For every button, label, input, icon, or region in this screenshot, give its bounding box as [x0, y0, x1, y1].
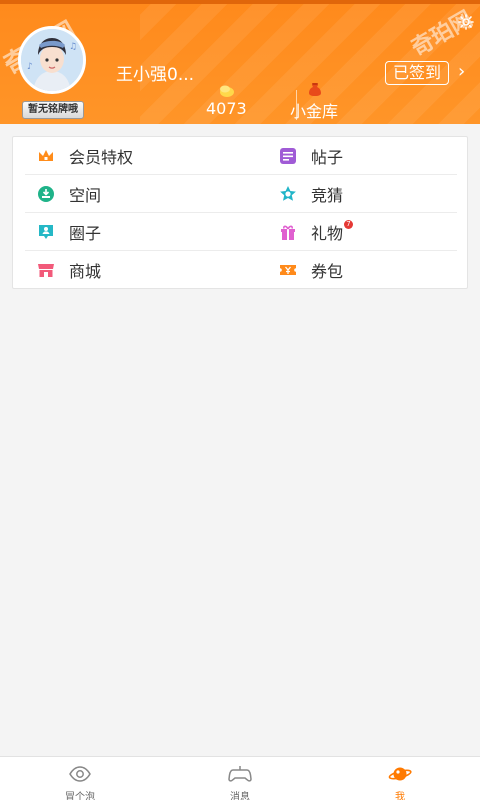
guess-icon	[280, 186, 296, 201]
menu-item-space[interactable]: 空间	[37, 175, 101, 213]
menu-item-vip[interactable]: 会员特权	[37, 137, 133, 175]
space-icon	[38, 186, 54, 202]
tab-label: 我	[395, 792, 405, 800]
planet-icon	[388, 767, 412, 781]
gamepad-icon	[228, 766, 252, 782]
gift-icon	[281, 225, 295, 240]
menu-item-label: 空间	[69, 186, 102, 205]
menu-item-label: 礼物	[311, 224, 344, 243]
menu-item-label: 圈子	[69, 224, 102, 243]
menu-item-label: 会员特权	[69, 148, 134, 167]
tab-me[interactable]: 我	[320, 757, 480, 800]
menu-item-label: 竞猜	[311, 186, 344, 205]
avatar[interactable]: ♪ ♫	[18, 26, 86, 94]
crown-icon	[39, 150, 53, 161]
menu-item-guess[interactable]: 竞猜	[279, 175, 343, 213]
coin-icon	[220, 85, 234, 97]
menu-item-label: 帖子	[311, 148, 344, 167]
checkin-button[interactable]: 已签到	[385, 61, 449, 85]
svg-text:♫: ♫	[69, 42, 77, 52]
vault-link[interactable]: 小金库	[290, 98, 338, 122]
coupon-icon	[280, 265, 296, 275]
watermark: 奇珀网	[407, 6, 478, 62]
gift-notification-badge: 7	[344, 219, 354, 229]
menu-item-gift[interactable]: 礼物 7	[279, 213, 354, 251]
gear-icon[interactable]	[458, 14, 474, 30]
circle-icon	[39, 225, 53, 239]
chevron-right-icon[interactable]: ›	[458, 62, 465, 82]
tab-label: 冒个泡	[65, 792, 95, 800]
menu-item-store[interactable]: 商城	[37, 251, 101, 289]
svg-text:♪: ♪	[27, 62, 33, 72]
tab-bubble[interactable]: 冒个泡	[0, 757, 160, 800]
username: 王小强0...	[116, 65, 195, 85]
avatar-image: ♪ ♫	[21, 29, 83, 91]
nameplate-badge[interactable]: 暂无铭牌哦	[22, 101, 84, 119]
menu-item-posts[interactable]: 帖子	[279, 137, 343, 175]
menu-item-coupon[interactable]: 券包	[279, 251, 343, 289]
menu-item-label: 券包	[311, 262, 344, 281]
post-icon	[280, 148, 296, 164]
menu-card: 会员特权 帖子 空间 竞猜 圈子 礼物 7 商城 券包	[12, 136, 468, 289]
tab-messages[interactable]: 消息	[160, 757, 320, 800]
money-bag-icon	[309, 83, 321, 96]
store-icon	[38, 264, 54, 277]
bottom-tab-bar: 冒个泡 消息 我	[0, 756, 480, 800]
tab-label: 消息	[230, 792, 250, 800]
profile-header: 奇珀网 奇珀网 ♪ ♫ 暂无铭牌哦 王小强0... 已签到 › 4073 小金库	[0, 0, 480, 124]
eye-icon	[69, 766, 91, 782]
menu-item-label: 商城	[69, 262, 102, 281]
menu-item-circle[interactable]: 圈子	[37, 213, 101, 251]
coin-balance[interactable]: 4073	[206, 99, 247, 118]
